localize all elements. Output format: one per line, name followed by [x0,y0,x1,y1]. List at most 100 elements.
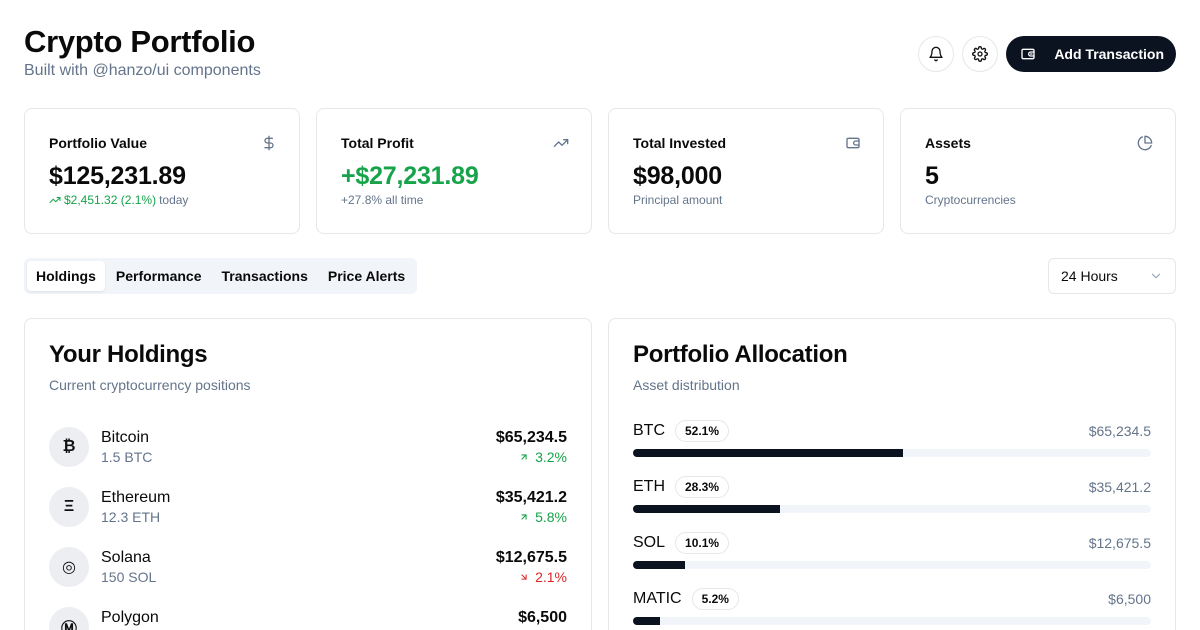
stat-label: Total Profit [341,135,414,151]
allocation-row: MATIC 5.2% $6,500 [633,585,1151,630]
add-transaction-button[interactable]: Add Transaction [1006,36,1176,72]
asset-symbol: ETH [633,478,665,495]
gear-icon [972,46,989,62]
arrow-down-right-icon [521,574,527,580]
coin-figures: $65,234.5 3.2% [496,429,567,465]
allocation-row-header: SOL 10.1% $12,675.5 [633,529,1151,557]
add-transaction-label: Add Transaction [1054,46,1164,62]
coin-value: $35,421.2 [495,489,567,506]
coin-info: Polygon5000 MATIC [101,609,518,630]
chevron-down-icon [1151,273,1161,279]
tab-price-alerts[interactable]: Price Alerts [319,261,414,291]
holding-row[interactable]: Ξ Ethereum 12.3 ETH $35,421.2 5.8% [49,477,567,537]
asset-symbol: BTC [633,422,665,439]
coin-icon: ₿ [49,427,89,467]
coin-change: 2.1% [496,569,567,585]
stat-card-assets: Assets 5 Cryptocurrencies [900,108,1176,234]
allocation-label-group: BTC 52.1% [633,420,730,442]
coin-value: $12,675.5 [495,549,567,566]
percent-badge: 52.1% [675,420,730,442]
stat-label: Total Invested [633,135,727,151]
page-header: Crypto Portfolio Built with @hanzo/ui co… [24,24,1176,84]
allocation-bar-fill [633,449,903,457]
holdings-title: Your Holdings [49,341,208,368]
trending-up-icon [49,197,61,203]
coin-icon: Ⓜ [49,607,89,630]
stats-row: Portfolio Value $125,231.89 $2,451.32 (2… [24,108,1176,234]
stat-label: Assets [925,135,971,151]
coin-change-value: 3.2% [535,449,567,465]
allocation-label-group: SOL 10.1% [633,532,730,554]
coin-info: Bitcoin 1.5 BTC [101,429,496,465]
arrow-up-right-icon [521,514,527,520]
allocation-row-header: ETH 28.3% $35,421.2 [633,473,1151,501]
pie-chart-icon [1137,135,1153,151]
tab-holdings[interactable]: Holdings [27,261,105,291]
bell-icon [929,46,943,62]
allocation-label-group: ETH 28.3% [633,476,730,498]
allocation-title: Portfolio Allocation [633,341,848,368]
holding-row[interactable]: Ⓜ Polygon5000 MATIC$6,5001.5% [49,597,567,630]
allocation-bar-fill [633,617,660,625]
percent-badge: 5.2% [691,588,739,610]
arrow-up-right-icon [521,454,527,460]
stat-value: +$27,231.89 [341,162,479,190]
holdings-panel: Your Holdings Current cryptocurrency pos… [24,318,592,630]
asset-value: $35,421.2 [1088,479,1151,495]
coin-change: 3.2% [496,449,567,465]
allocation-bar [633,561,1151,569]
dollar-icon [264,135,274,151]
coin-name: Bitcoin [101,429,150,446]
allocation-row-header: MATIC 5.2% $6,500 [633,585,1151,613]
notifications-button[interactable] [918,36,955,72]
allocation-row: BTC 52.1% $65,234.5 [633,417,1151,473]
coin-value: $6,500 [518,609,567,626]
coin-figures: $6,5001.5% [518,609,567,630]
coin-name: Solana [101,549,151,566]
stat-sub: +27.8% all time [341,193,424,207]
allocation-row-header: BTC 52.1% $65,234.5 [633,417,1151,445]
tab-transactions[interactable]: Transactions [212,261,316,291]
allocation-row: SOL 10.1% $12,675.5 [633,529,1151,585]
allocation-bar-fill [633,505,780,513]
asset-value: $12,675.5 [1088,535,1151,551]
timeframe-select[interactable]: 24 Hours [1048,258,1176,294]
percent-badge: 28.3% [675,476,730,498]
asset-value: $6,500 [1108,591,1151,607]
allocation-label-group: MATIC 5.2% [633,588,739,610]
allocation-row: ETH 28.3% $35,421.2 [633,473,1151,529]
allocation-panel: Portfolio Allocation Asset distribution … [608,318,1176,630]
wallet-icon [846,137,860,149]
trending-up-icon [553,139,569,147]
asset-value: $65,234.5 [1088,423,1151,439]
coin-info: Solana 150 SOL [101,549,496,585]
coin-figures: $12,675.5 2.1% [496,549,567,585]
holding-row[interactable]: ₿ Bitcoin 1.5 BTC $65,234.5 3.2% [49,417,567,477]
timeframe-value: 24 Hours [1061,268,1118,284]
stat-label: Portfolio Value [49,135,148,151]
settings-button[interactable] [962,36,999,72]
stat-card-total-invested: Total Invested $98,000 Principal amount [608,108,884,234]
stat-card-total-profit: Total Profit +$27,231.89 +27.8% all time [316,108,592,234]
coin-change: 5.8% [496,509,567,525]
coin-change-value: 2.1% [535,569,567,585]
allocation-subtitle: Asset distribution [633,377,740,393]
coin-info: Ethereum 12.3 ETH [101,489,496,525]
stat-value: $125,231.89 [49,162,186,190]
tab-performance[interactable]: Performance [107,261,211,291]
stat-card-portfolio-value: Portfolio Value $125,231.89 $2,451.32 (2… [24,108,300,234]
coin-change-value: 5.8% [535,509,567,525]
coin-name: Ethereum [101,489,171,506]
header-actions: Add Transaction [918,36,1176,72]
stat-value: 5 [925,162,939,190]
allocation-bar [633,617,1151,625]
stat-sub: $2,451.32 (2.1%) today [49,193,275,207]
coin-figures: $35,421.2 5.8% [496,489,567,525]
holding-row[interactable]: ◎ Solana 150 SOL $12,675.5 2.1% [49,537,567,597]
asset-symbol: MATIC [633,590,682,607]
coin-amount: 1.5 BTC [101,449,153,465]
stat-value: $98,000 [633,162,722,190]
coin-value: $65,234.5 [495,429,567,446]
wallet-icon [1021,48,1035,60]
view-tabs: Holdings Performance Transactions Price … [24,258,418,294]
